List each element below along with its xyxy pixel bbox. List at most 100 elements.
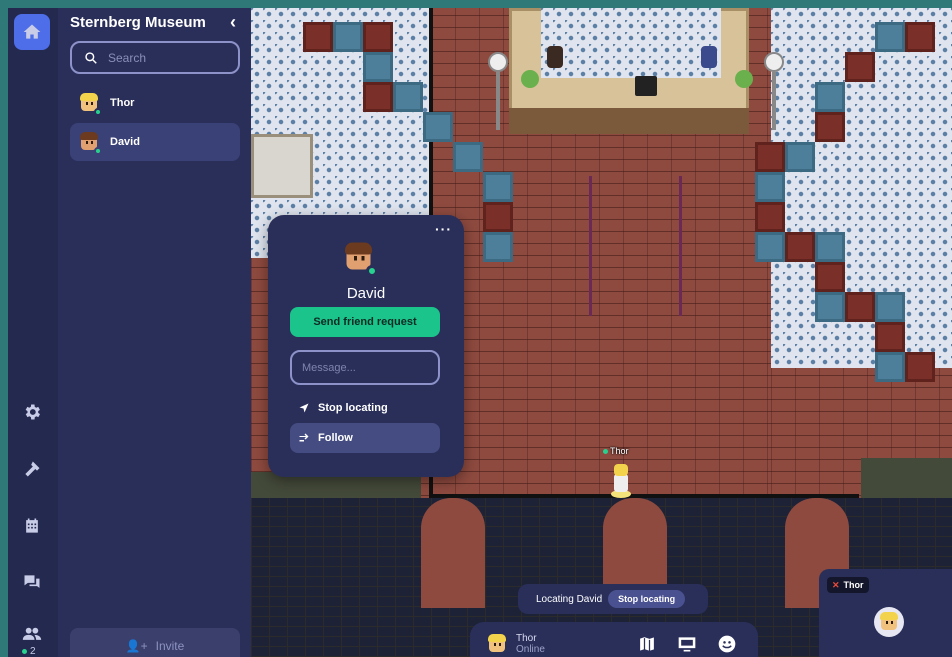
desk-counter (509, 108, 749, 134)
member-name: Thor (110, 97, 135, 109)
space-title: Sternberg Museum (70, 14, 206, 31)
floor-tile (755, 142, 785, 172)
mic-muted-icon: ✕ (832, 579, 840, 590)
floor-tile (483, 232, 513, 262)
hedge-wall (861, 458, 952, 498)
ellipsis-icon: ··· (435, 221, 452, 237)
invite-button[interactable]: 👤+ Invite (70, 628, 240, 657)
receptionist-npc (547, 46, 563, 68)
floor-tile (363, 22, 393, 52)
add-user-icon: 👤+ (125, 639, 148, 653)
map-icon (638, 635, 656, 652)
profile-card: ··· David Send friend request Stop locat… (268, 215, 464, 477)
floor-tile (875, 352, 905, 382)
floor-tile (483, 202, 513, 232)
more-options-button[interactable]: ··· (435, 221, 452, 237)
calendar-button[interactable] (14, 508, 50, 544)
member-item-david[interactable]: David (70, 123, 240, 161)
desk-floor (541, 8, 721, 78)
collapse-sidebar-button[interactable]: ‹ (230, 12, 246, 32)
online-count-value: 2 (30, 646, 36, 657)
member-name: David (110, 136, 140, 148)
floor-tile (333, 22, 363, 52)
floor-tile (875, 22, 905, 52)
floor-tile (423, 112, 453, 142)
avatar (486, 633, 508, 655)
lamp (764, 52, 784, 72)
dock-user-status: Online (516, 643, 545, 655)
floor-tile (875, 322, 905, 352)
player-nametag: Thor (603, 446, 629, 456)
archway (421, 498, 485, 608)
icon-rail: 2 (8, 8, 58, 657)
invite-label: Invite (155, 639, 185, 653)
rope-barrier (589, 176, 592, 316)
floor-tile (875, 292, 905, 322)
search-field[interactable] (70, 41, 240, 74)
stop-locating-label: Stop locating (318, 402, 388, 414)
receptionist-npc (701, 46, 717, 68)
hammer-icon (25, 461, 40, 477)
floor-tile (785, 232, 815, 262)
calendar-icon (26, 518, 38, 533)
member-item-thor[interactable]: Thor (70, 84, 240, 122)
profile-name: David (346, 285, 386, 302)
home-icon (23, 24, 41, 39)
people-icon (22, 627, 42, 640)
lamp-post (772, 72, 776, 130)
lamp (488, 52, 508, 72)
sidebar: Sternberg Museum ‹ Thor David 👤+ (58, 8, 251, 657)
location-arrow-icon (299, 403, 309, 413)
follow-button[interactable]: Follow (290, 423, 440, 453)
video-tile-avatar (874, 607, 904, 637)
floor-tile (755, 172, 785, 202)
stop-locating-button[interactable]: Stop locating (290, 393, 440, 423)
avatar (78, 131, 102, 155)
floor-tile (845, 292, 875, 322)
player-avatar[interactable] (611, 464, 631, 498)
chat-button[interactable] (14, 564, 50, 600)
avatar (342, 241, 378, 277)
map-button[interactable] (636, 633, 658, 655)
online-status-dot (366, 265, 378, 277)
floor-tile (815, 232, 845, 262)
emoji-button[interactable] (716, 633, 738, 655)
build-button[interactable] (14, 451, 50, 487)
online-count: 2 (22, 646, 36, 657)
lamp-post (496, 72, 500, 130)
message-input[interactable] (290, 350, 440, 385)
floor-tile (755, 202, 785, 232)
floor-tile (905, 352, 935, 382)
emoji-icon (718, 635, 736, 652)
video-tile-name: Thor (843, 580, 864, 590)
dock-user[interactable]: Thor Online (486, 633, 636, 655)
video-tile[interactable]: ✕ Thor (819, 569, 952, 657)
floor-tile (815, 262, 845, 292)
dinosaur-exhibit (251, 134, 313, 198)
app-window: 2 Sternberg Museum ‹ Thor David (8, 8, 952, 657)
follow-label: Follow (318, 432, 353, 444)
home-button[interactable] (14, 14, 50, 50)
floor-tile (363, 82, 393, 112)
floor-tile (845, 52, 875, 82)
avatar (78, 92, 102, 116)
search-input[interactable] (108, 50, 228, 65)
stop-locating-pill[interactable]: Stop locating (608, 590, 686, 608)
floor-tile (393, 82, 423, 112)
floor-tile (905, 22, 935, 52)
player-name: Thor (610, 446, 629, 456)
floor-tile (483, 172, 513, 202)
floor-tile (815, 82, 845, 112)
online-dot (603, 448, 608, 454)
rope-barrier (679, 176, 682, 316)
send-friend-request-button[interactable]: Send friend request (290, 307, 440, 337)
floor-tile (815, 292, 845, 322)
online-status-dot (94, 108, 102, 116)
screen-share-button[interactable] (676, 633, 698, 655)
floor-tile (303, 22, 333, 52)
screen-share-icon (678, 636, 696, 651)
settings-button[interactable] (14, 394, 50, 430)
chevron-left-icon: ‹ (230, 12, 236, 32)
locating-text: Locating David (536, 593, 603, 605)
chat-icon (24, 575, 40, 588)
